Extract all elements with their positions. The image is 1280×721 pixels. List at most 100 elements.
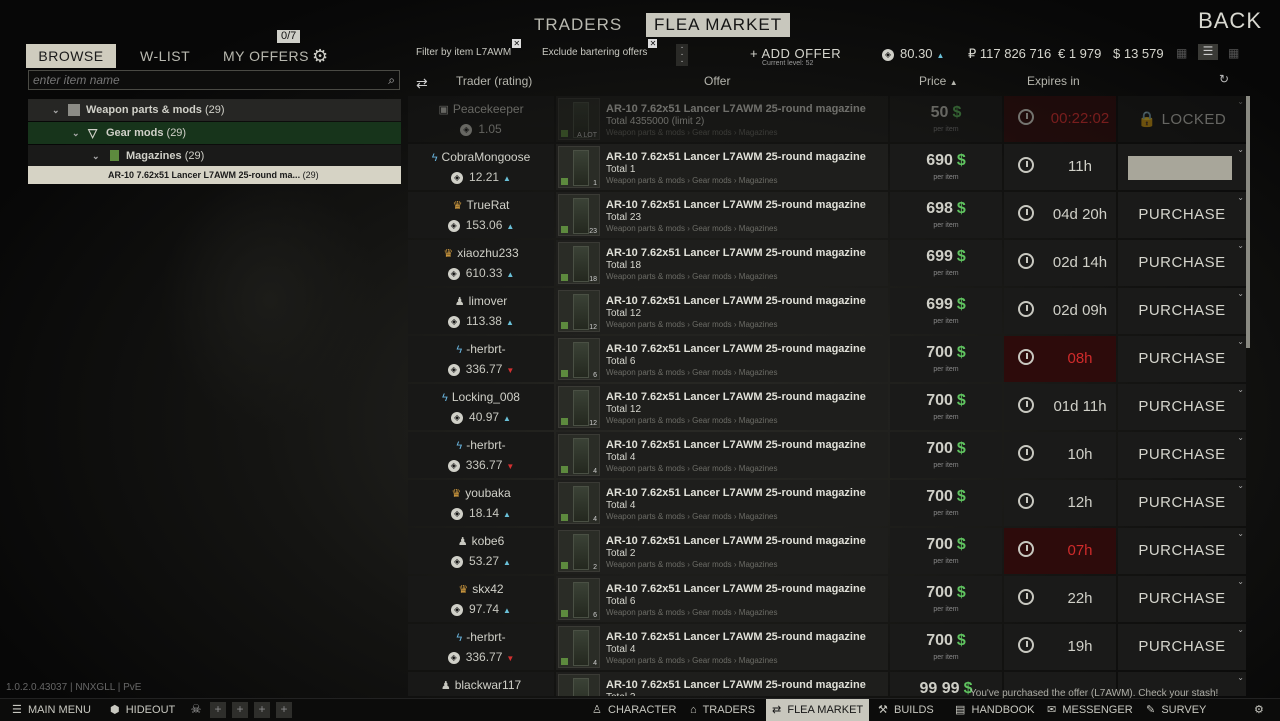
empty-slot-icon[interactable]: + bbox=[276, 702, 292, 718]
grid-small-view-icon[interactable]: ▦ bbox=[1176, 46, 1190, 60]
trader-cell[interactable]: ♟ kobe6 ◈ 53.27 ▲ bbox=[408, 528, 554, 574]
settings-icon[interactable]: ⚙ bbox=[1254, 699, 1264, 721]
offer-item-cell[interactable]: 12 AR-10 7.62x51 Lancer L7AWM 25-round ma… bbox=[556, 288, 888, 334]
purchase-button[interactable]: PURCHASE bbox=[1118, 398, 1246, 415]
chevron-down-icon[interactable]: ⌄ bbox=[1237, 337, 1244, 346]
item-thumbnail[interactable]: A LOT bbox=[558, 98, 600, 140]
trader-cell[interactable]: ϟ CobraMongoose ◈ 12.21 ▲ bbox=[408, 144, 554, 190]
trader-name[interactable]: TrueRat bbox=[466, 198, 509, 212]
trader-cell[interactable]: ♛ xiaozhu233 ◈ 610.33 ▲ bbox=[408, 240, 554, 286]
trader-name[interactable]: youbaka bbox=[465, 486, 510, 500]
chevron-down-icon[interactable]: ⌄ bbox=[72, 122, 80, 144]
chevron-down-icon[interactable]: ⌄ bbox=[1237, 529, 1244, 538]
header-expires[interactable]: Expires in bbox=[1027, 74, 1080, 92]
tab-flea-market[interactable]: FLEA MARKET bbox=[646, 13, 791, 37]
trader-cell[interactable]: ♛ skx42 ◈ 97.74 ▲ bbox=[408, 576, 554, 622]
purchase-button[interactable]: PURCHASE bbox=[1118, 302, 1246, 319]
trader-cell[interactable]: ♟ limover ◈ 113.38 ▲ bbox=[408, 288, 554, 334]
purchase-button[interactable]: PURCHASE bbox=[1118, 254, 1246, 271]
trader-cell[interactable]: ♟ blackwar117 bbox=[408, 672, 554, 696]
tab-traders[interactable]: TRADERS bbox=[526, 13, 630, 37]
trader-name[interactable]: CobraMongoose bbox=[442, 150, 531, 164]
offer-item-cell[interactable]: 6 AR-10 7.62x51 Lancer L7AWM 25-round mag… bbox=[556, 576, 888, 622]
trader-name[interactable]: blackwar117 bbox=[455, 678, 521, 692]
purchase-button[interactable]: PURCHASE bbox=[1118, 638, 1246, 655]
filter-menu-button[interactable]: · · · bbox=[676, 43, 688, 67]
trader-cell[interactable]: ϟ -herbrt- ◈ 336.77 ▼ bbox=[408, 432, 554, 478]
trader-name[interactable]: xiaozhu233 bbox=[457, 246, 518, 260]
offer-item-cell[interactable]: 4 AR-10 7.62x51 Lancer L7AWM 25-round mag… bbox=[556, 432, 888, 478]
purchase-button[interactable]: PURCHASE bbox=[1118, 206, 1246, 223]
close-icon[interactable]: ✕ bbox=[512, 39, 522, 48]
grid-large-view-icon[interactable]: ▦ bbox=[1228, 46, 1242, 60]
item-thumbnail[interactable]: 23 bbox=[558, 194, 600, 236]
trader-name[interactable]: -herbrt- bbox=[466, 438, 505, 452]
trader-cell[interactable]: ♛ TrueRat ◈ 153.06 ▲ bbox=[408, 192, 554, 238]
chevron-down-icon[interactable]: ⌄ bbox=[1237, 145, 1244, 154]
offer-item-cell[interactable]: 18 AR-10 7.62x51 Lancer L7AWM 25-round ma… bbox=[556, 240, 888, 286]
header-price[interactable]: Price ▲ bbox=[919, 74, 958, 92]
exclude-barter-chip[interactable]: Exclude bartering offers ✕ bbox=[542, 39, 658, 58]
chevron-down-icon[interactable]: ⌄ bbox=[1237, 193, 1244, 202]
purchase-button[interactable]: PURCHASE bbox=[1118, 542, 1246, 559]
handbook-button[interactable]: ▤ HANDBOOK bbox=[955, 699, 1035, 721]
chevron-down-icon[interactable]: ⌄ bbox=[1237, 97, 1244, 106]
purchase-button[interactable]: PURCHASE bbox=[1118, 446, 1246, 463]
trader-name[interactable]: limover bbox=[469, 294, 508, 308]
offer-item-cell[interactable]: 4 AR-10 7.62x51 Lancer L7AWM 25-round mag… bbox=[556, 480, 888, 526]
trader-name[interactable]: -herbrt- bbox=[466, 630, 505, 644]
item-thumbnail[interactable]: 4 bbox=[558, 482, 600, 524]
character-button[interactable]: ♙ CHARACTER bbox=[592, 699, 676, 721]
trader-cell[interactable]: ♛ youbaka ◈ 18.14 ▲ bbox=[408, 480, 554, 526]
trader-cell[interactable]: ϟ -herbrt- ◈ 336.77 ▼ bbox=[408, 624, 554, 670]
filter-by-item-chip[interactable]: Filter by item L7AWM ✕ bbox=[416, 39, 522, 58]
empty-slot-icon[interactable]: + bbox=[232, 702, 248, 718]
flea-market-button[interactable]: ⇄ FLEA MARKET bbox=[766, 699, 870, 721]
offer-item-cell[interactable]: AR-10 7.62x51 Lancer L7AWM 25-round maga… bbox=[556, 672, 888, 696]
sort-toggle-icon[interactable]: ⇄ bbox=[416, 75, 428, 92]
offer-item-cell[interactable]: A LOT AR-10 7.62x51 Lancer L7AWM 25-round… bbox=[556, 96, 888, 142]
trader-name[interactable]: Locking_008 bbox=[452, 390, 520, 404]
purchase-button[interactable]: PURCHASE bbox=[1118, 350, 1246, 367]
trader-name[interactable]: skx42 bbox=[472, 582, 503, 596]
add-offer-button[interactable]: + ADD OFFER bbox=[750, 46, 841, 61]
offer-item-cell[interactable]: 4 AR-10 7.62x51 Lancer L7AWM 25-round mag… bbox=[556, 624, 888, 670]
item-thumbnail[interactable] bbox=[558, 674, 600, 696]
purchase-button[interactable]: PURCHASE bbox=[1118, 590, 1246, 607]
header-offer[interactable]: Offer bbox=[704, 74, 730, 92]
list-view-icon[interactable]: ☰ bbox=[1198, 44, 1218, 60]
gear-icon[interactable]: ⚙ bbox=[312, 47, 330, 65]
offer-item-cell[interactable]: 23 AR-10 7.62x51 Lancer L7AWM 25-round ma… bbox=[556, 192, 888, 238]
trader-name[interactable]: -herbrt- bbox=[466, 342, 505, 356]
item-thumbnail[interactable]: 12 bbox=[558, 290, 600, 332]
chevron-down-icon[interactable]: ⌄ bbox=[92, 145, 100, 167]
tree-item-magazines[interactable]: ⌄ Magazines (29) bbox=[28, 145, 401, 167]
hideout-button[interactable]: ⬢ HIDEOUT bbox=[110, 699, 175, 721]
chevron-down-icon[interactable]: ⌄ bbox=[1237, 673, 1244, 682]
search-field[interactable]: ⌕ bbox=[28, 70, 400, 90]
empty-slot-icon[interactable]: + bbox=[254, 702, 270, 718]
chevron-down-icon[interactable]: ⌄ bbox=[1237, 433, 1244, 442]
tree-item-weapon-parts[interactable]: ⌄ Weapon parts & mods (29) bbox=[28, 99, 401, 121]
builds-button[interactable]: ⚒ BUILDS bbox=[878, 699, 934, 721]
empty-slot-icon[interactable]: + bbox=[210, 702, 226, 718]
refresh-icon[interactable]: ↻ bbox=[1219, 72, 1229, 86]
tab-browse[interactable]: BROWSE bbox=[26, 44, 116, 68]
offer-item-cell[interactable]: 12 AR-10 7.62x51 Lancer L7AWM 25-round ma… bbox=[556, 384, 888, 430]
search-icon[interactable]: ⌕ bbox=[388, 73, 395, 88]
scrollbar[interactable] bbox=[1246, 96, 1250, 348]
tree-item-l7awm-magazine[interactable]: AR-10 7.62x51 Lancer L7AWM 25-round ma..… bbox=[28, 166, 401, 184]
back-button[interactable]: BACK bbox=[1198, 8, 1262, 34]
chevron-down-icon[interactable]: ⌄ bbox=[52, 99, 60, 121]
chevron-down-icon[interactable]: ⌄ bbox=[1237, 385, 1244, 394]
chevron-down-icon[interactable]: ⌄ bbox=[1237, 577, 1244, 586]
item-thumbnail[interactable]: 6 bbox=[558, 338, 600, 380]
skull-icon[interactable]: ☠ bbox=[188, 702, 204, 718]
tab-my-offers[interactable]: MY OFFERS bbox=[223, 44, 309, 68]
chevron-down-icon[interactable]: ⌄ bbox=[1237, 625, 1244, 634]
chevron-down-icon[interactable]: ⌄ bbox=[1237, 481, 1244, 490]
item-thumbnail[interactable]: 12 bbox=[558, 386, 600, 428]
item-thumbnail[interactable]: 1 bbox=[558, 146, 600, 188]
header-trader[interactable]: Trader (rating) bbox=[456, 74, 532, 92]
item-thumbnail[interactable]: 2 bbox=[558, 530, 600, 572]
